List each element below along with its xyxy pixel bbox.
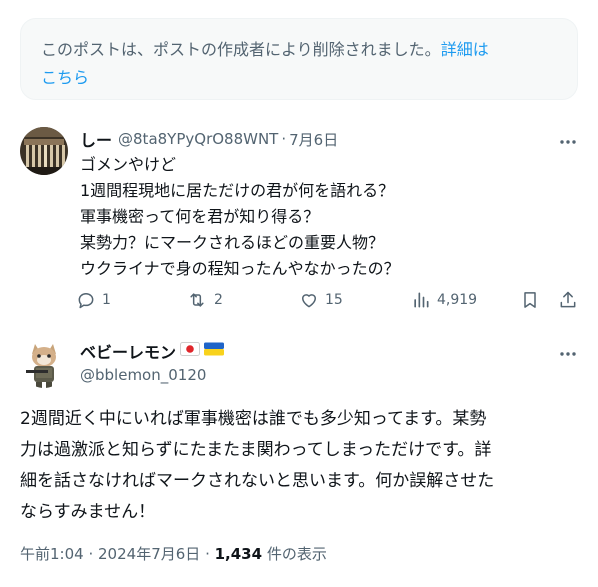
main-author-name[interactable]: ベビーレモン: [80, 339, 176, 363]
main-text-line: 細を話さなければマークされないと思います。何か誤解させた: [20, 471, 495, 491]
share-button[interactable]: [558, 285, 578, 315]
more-icon[interactable]: [556, 342, 580, 366]
japan-flag-icon: [180, 341, 201, 361]
reply-author-name[interactable]: しー: [80, 127, 112, 151]
reply-author-avatar[interactable]: [20, 127, 68, 175]
main-text-line: 2週間近く中にいれば軍事機密は誰でも多少知ってます。某勢: [20, 409, 487, 429]
like-icon: [302, 294, 316, 308]
separator-dot: ·: [281, 130, 287, 148]
reply-button[interactable]: 1: [76, 285, 111, 315]
post-time[interactable]: 午前1:04: [20, 545, 84, 563]
reply-text-line: ウクライナで身の程知ったんやなかったの？: [80, 259, 400, 278]
deleted-notice-text: このポストは、ポストの作成者により削除されました。: [41, 40, 441, 59]
views-button[interactable]: 4,919: [411, 285, 477, 315]
ukraine-flag-icon: [204, 341, 225, 361]
repost-count: 2: [214, 292, 223, 308]
main-post-text: 2週間近く中にいれば軍事機密は誰でも多少知ってます。某勢 力は過激派と知らずにた…: [20, 404, 580, 528]
reply-icon: [78, 293, 94, 309]
post-views-label: 件の表示: [266, 545, 327, 563]
reply-date[interactable]: 7月6日: [289, 129, 338, 150]
reply-count: 1: [102, 292, 111, 308]
main-author-avatar[interactable]: [20, 340, 68, 388]
reply-text-line: 某勢力？にマークされるほどの重要人物？: [80, 233, 385, 252]
post-meta: 午前1:04 · 2024年7月6日 · 1,434 件の表示: [20, 545, 327, 563]
reply-text-line: ゴメンやけど: [80, 155, 177, 174]
repost-button[interactable]: 2: [186, 285, 223, 315]
main-text-line: 力は過激派と知らずにたまたま関わってしまっただけです。詳: [20, 440, 492, 460]
reply-action-bar: 1 2 15 4,919: [76, 285, 586, 315]
views-count: 4,919: [437, 292, 478, 308]
views-icon: [414, 292, 429, 308]
post-views-count: 1,434: [214, 545, 263, 563]
deleted-post-notice: このポストは、ポストの作成者により削除されました。詳細は こちら: [20, 18, 578, 100]
reply-text-line: 軍事機密って何を君が知り得る？: [80, 207, 320, 226]
reply-text-line: 1週間程現地に居ただけの君が何を語れる？: [80, 181, 395, 200]
bookmark-icon: [524, 292, 536, 308]
post-date[interactable]: 2024年7月6日: [98, 545, 200, 563]
reply-text: ゴメンやけど 1週間程現地に居ただけの君が何を語れる？ 軍事機密って何を君が知り…: [80, 152, 580, 282]
like-button[interactable]: 15: [299, 285, 343, 315]
more-icon[interactable]: [556, 130, 580, 154]
main-author-handle[interactable]: @bblemon_0120: [80, 364, 206, 386]
main-author-name-row: ベビーレモン: [80, 338, 225, 364]
reply-header: しー @8ta8YPyQrO88WNT · 7月6日: [80, 126, 338, 152]
share-icon: [560, 291, 576, 308]
repost-icon: [190, 293, 204, 307]
like-count: 15: [325, 292, 343, 308]
reply-author-handle[interactable]: @8ta8YPyQrO88WNT: [118, 130, 278, 148]
bookmark-button[interactable]: [520, 285, 540, 315]
main-text-line: ならすみません！: [20, 502, 156, 522]
